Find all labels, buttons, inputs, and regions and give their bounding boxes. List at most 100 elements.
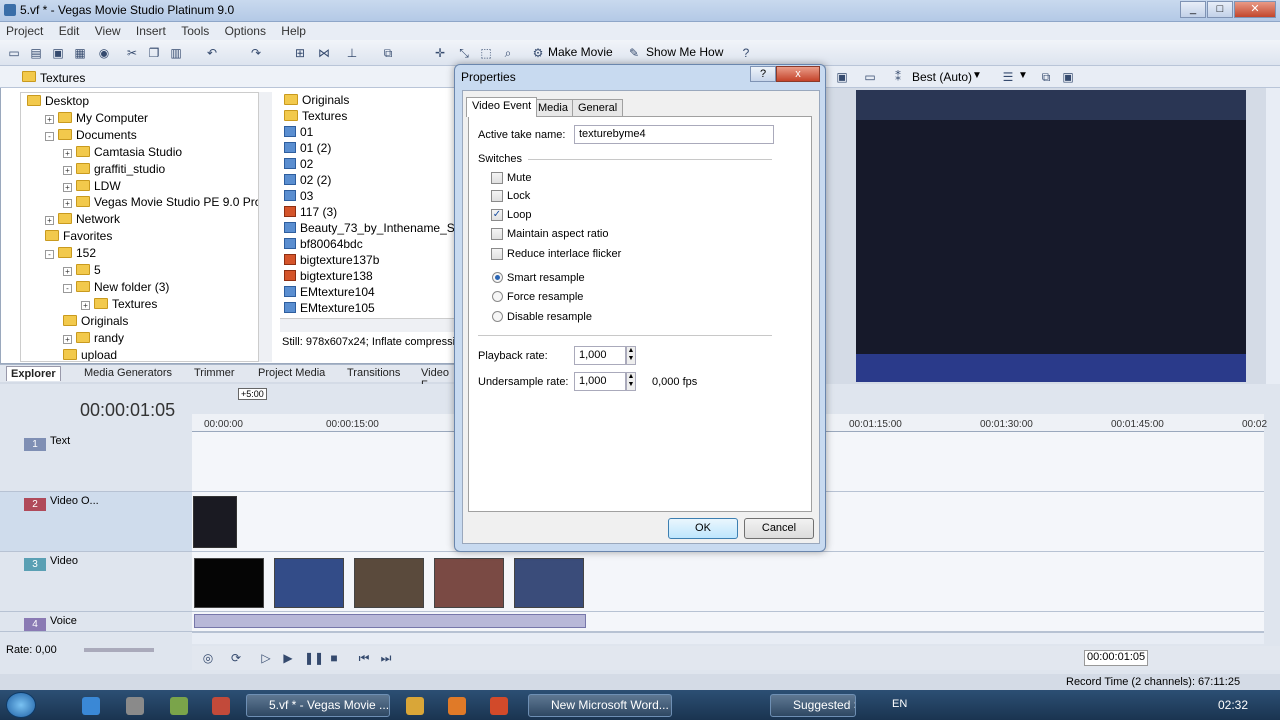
menu-options[interactable]: Options — [219, 22, 272, 40]
active-take-input[interactable]: texturebyme4 — [574, 125, 774, 144]
tree-item[interactable]: + Textures — [81, 296, 157, 313]
show-me-how-button[interactable]: Show Me How — [646, 45, 723, 59]
whats-this-icon[interactable]: ? — [738, 45, 754, 61]
preview-scrollbar[interactable] — [1266, 88, 1280, 384]
expand-toggle-icon[interactable]: - — [45, 131, 54, 141]
file-item[interactable]: 02 (2) — [284, 172, 331, 189]
track-lane-video[interactable] — [192, 552, 1264, 612]
playback-rate-spinner[interactable]: ▲ ▼ — [626, 346, 636, 365]
timeline-scrollbar[interactable] — [192, 632, 1264, 644]
app-icon[interactable] — [212, 697, 230, 715]
app-icon[interactable] — [490, 697, 508, 715]
zoom-tool-icon[interactable]: ⌕ — [500, 45, 516, 61]
firefox-icon[interactable] — [448, 697, 466, 715]
tree-item[interactable]: + Network — [45, 211, 120, 228]
media-app-icon[interactable] — [126, 697, 144, 715]
tab-project-media[interactable]: Project Media — [254, 366, 329, 380]
expand-toggle-icon[interactable]: + — [63, 267, 72, 276]
expand-toggle-icon[interactable]: + — [63, 165, 72, 175]
save-snapshot-icon[interactable]: ▣ — [1060, 69, 1076, 85]
cancel-button[interactable]: Cancel — [744, 518, 814, 539]
tab-explorer[interactable]: Explorer — [6, 366, 61, 381]
file-item[interactable]: Originals — [284, 92, 349, 109]
taskbar-word[interactable]: New Microsoft Word... — [528, 694, 672, 717]
expand-toggle-icon[interactable]: - — [45, 250, 54, 260]
file-item[interactable]: Textures — [284, 108, 347, 125]
expand-toggle-icon[interactable]: + — [45, 216, 54, 226]
track-name[interactable]: Video O... — [50, 495, 99, 507]
tree-item[interactable]: + graffiti_studio — [63, 161, 165, 178]
explorer-icon[interactable] — [406, 697, 424, 715]
play-icon[interactable]: ▶ — [280, 650, 296, 666]
taskbar-vegas[interactable]: 5.vf * - Vegas Movie ... — [246, 694, 390, 717]
file-item[interactable]: bigtexture137b — [284, 252, 379, 269]
record-icon[interactable]: ◎ — [200, 650, 216, 666]
file-item[interactable]: Beauty_73_by_Inthename_Stock — [284, 220, 454, 237]
overlays-icon[interactable]: ☰ — [1000, 69, 1016, 85]
cut-icon[interactable]: ✂ — [124, 45, 140, 61]
disable-resample-radio[interactable] — [492, 311, 503, 322]
tree-item[interactable]: upload — [63, 347, 117, 361]
undo-icon[interactable]: ↶ — [204, 45, 220, 61]
tab-trimmer[interactable]: Trimmer — [190, 366, 239, 380]
pause-icon[interactable]: ❚❚ — [304, 650, 324, 666]
go-to-start-icon[interactable]: ⏮ — [356, 650, 372, 666]
force-resample-radio[interactable] — [492, 291, 503, 302]
tree-item[interactable]: + My Computer — [45, 110, 148, 127]
track-header-video[interactable]: 3 Video — [0, 552, 192, 612]
menu-edit[interactable]: Edit — [53, 22, 86, 40]
file-item[interactable]: 03 — [284, 188, 313, 205]
tab-video-event[interactable]: Video Event — [466, 97, 538, 117]
tab-general[interactable]: General — [572, 99, 624, 117]
minimize-button[interactable]: _ — [1180, 1, 1206, 18]
tree-item[interactable]: - New folder (3) — [63, 279, 169, 296]
selection-tool-icon[interactable]: ⬚ — [478, 45, 494, 61]
tab-media[interactable]: Media — [532, 99, 574, 117]
explorer-address-bar[interactable]: Textures — [0, 66, 456, 88]
track-name[interactable]: Voice — [50, 615, 77, 627]
language-indicator[interactable]: EN — [892, 698, 907, 710]
make-movie-button[interactable]: Make Movie — [548, 45, 613, 59]
track-name[interactable]: Video — [50, 555, 78, 567]
tree-item[interactable]: Favorites — [45, 228, 112, 245]
save-icon[interactable]: ▣ — [50, 45, 66, 61]
go-to-end-icon[interactable]: ⏭ — [378, 650, 394, 666]
file-item[interactable]: 117 (3) — [284, 204, 337, 221]
video-clip-thumbnail[interactable] — [434, 558, 504, 608]
start-button[interactable] — [6, 692, 36, 718]
file-item[interactable]: bigtexture138 — [284, 268, 373, 285]
preview-quality-dropdown[interactable]: Best (Auto) — [912, 70, 972, 84]
expand-toggle-icon[interactable]: + — [63, 182, 72, 192]
undersample-rate-input[interactable]: 1,000 — [574, 372, 626, 391]
video-clip-thumbnail[interactable] — [354, 558, 424, 608]
loop-checkbox[interactable]: ✓ — [491, 209, 503, 221]
tree-item[interactable]: - Documents — [45, 127, 137, 144]
maximize-button[interactable]: □ — [1207, 1, 1233, 18]
maintain-aspect-checkbox[interactable] — [491, 228, 503, 240]
track-name[interactable]: Text — [50, 435, 70, 447]
tree-item[interactable]: + randy — [63, 330, 124, 347]
redo-icon[interactable]: ↷ — [248, 45, 264, 61]
copy-icon[interactable]: ❐ — [146, 45, 162, 61]
lock-envelopes-icon[interactable]: ⊥ — [344, 45, 360, 61]
rate-slider[interactable] — [84, 648, 154, 652]
tree-scrollbar[interactable] — [258, 92, 272, 362]
open-icon[interactable]: ▤ — [28, 45, 44, 61]
smart-resample-radio[interactable] — [492, 272, 503, 283]
envelope-tool-icon[interactable]: ⤡ — [456, 45, 472, 61]
file-list-scrollbar[interactable] — [280, 318, 454, 332]
menu-insert[interactable]: Insert — [130, 22, 172, 40]
mute-checkbox[interactable] — [491, 172, 503, 184]
tree-item[interactable]: + Vegas Movie Studio PE 9.0 Projects — [63, 194, 271, 211]
play-from-start-icon[interactable]: ▷ — [258, 650, 274, 666]
video-clip-thumbnail[interactable] — [514, 558, 584, 608]
autoripple-icon[interactable]: ⋈ — [316, 45, 332, 61]
file-item[interactable]: bf80064bdc — [284, 236, 363, 253]
video-clip-thumbnail[interactable] — [274, 558, 344, 608]
preview-settings-icon[interactable]: ▣ — [834, 69, 850, 85]
crossfade-icon[interactable]: ⧉ — [380, 45, 396, 61]
video-clip-thumbnail[interactable] — [194, 558, 264, 608]
loop-playback-icon[interactable]: ⟳ — [228, 650, 244, 666]
tree-item[interactable]: +5 — [63, 262, 101, 279]
close-button[interactable]: ✕ — [1234, 1, 1276, 18]
